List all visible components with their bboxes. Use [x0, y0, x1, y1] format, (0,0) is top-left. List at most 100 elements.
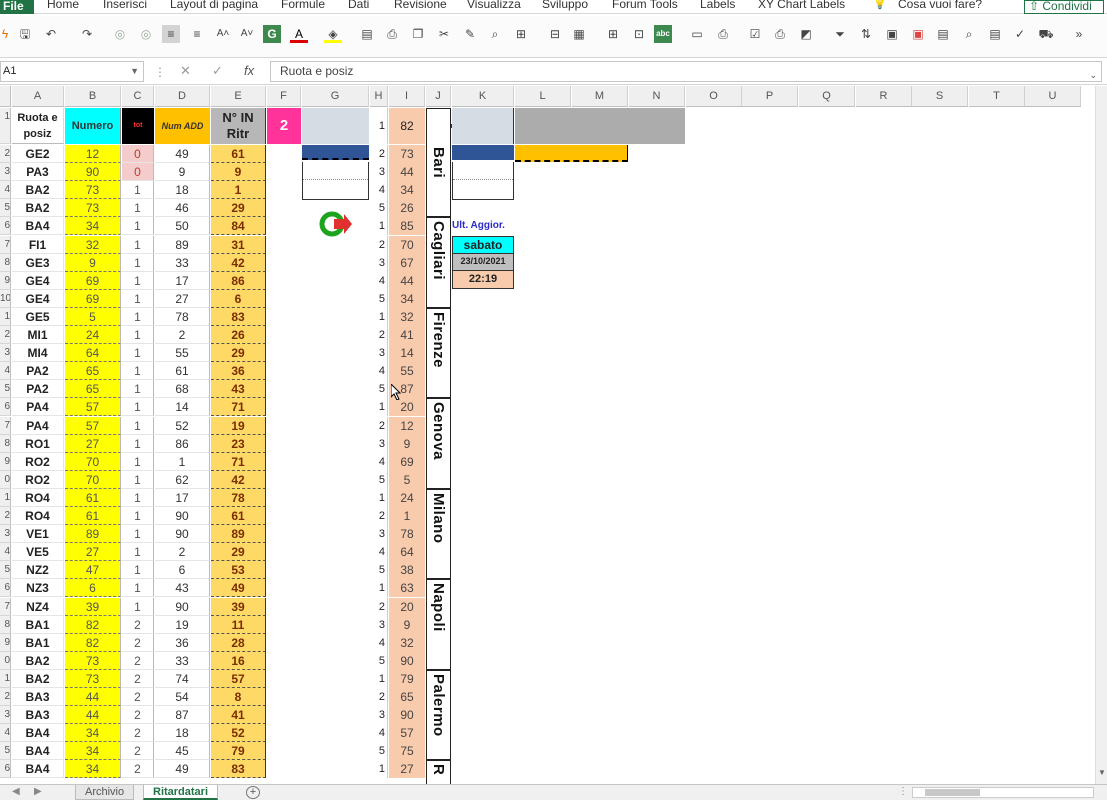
share-button[interactable]: ⇧ Condividi: [1024, 0, 1104, 14]
cell-e[interactable]: 19: [211, 416, 266, 435]
cell-i-number[interactable]: 34: [389, 181, 425, 200]
cell-a[interactable]: BA4: [12, 724, 64, 743]
cell-b[interactable]: 70: [65, 452, 121, 471]
row-header[interactable]: 1: [0, 307, 11, 326]
wheel-label-cagliari[interactable]: Cagliari: [426, 217, 451, 308]
row-header[interactable]: 3: [0, 163, 11, 182]
cell-a[interactable]: GE5: [12, 307, 64, 326]
cell-h-position[interactable]: 4: [370, 181, 388, 200]
spelling-icon[interactable]: abc: [654, 25, 672, 43]
cancel-icon[interactable]: ✕: [180, 63, 191, 79]
cell-e[interactable]: 42: [211, 470, 266, 489]
next-sheet-icon[interactable]: ▶: [34, 786, 42, 797]
cell-d[interactable]: 89: [155, 235, 210, 254]
cell-d[interactable]: 50: [155, 217, 210, 236]
cell-e[interactable]: 71: [211, 452, 266, 471]
cell-h-position[interactable]: 3: [370, 344, 388, 363]
cell-h-position[interactable]: 3: [370, 706, 388, 725]
cell-d[interactable]: 2: [155, 543, 210, 562]
tab-xy-chart-labels[interactable]: XY Chart Labels: [758, 0, 845, 11]
column-header[interactable]: A: [12, 86, 64, 107]
row-header[interactable]: 6: [0, 217, 11, 236]
header-num-add[interactable]: Num ADD: [155, 108, 210, 144]
cell-d[interactable]: 86: [155, 434, 210, 453]
cell-a[interactable]: NZ2: [12, 561, 64, 580]
cell-b[interactable]: 34: [65, 742, 121, 761]
cell-d[interactable]: 33: [155, 651, 210, 670]
cell-c[interactable]: 1: [122, 271, 154, 290]
cell-i-number[interactable]: 78: [389, 525, 425, 544]
cell-a[interactable]: RO4: [12, 507, 64, 526]
cell-i-number[interactable]: 64: [389, 543, 425, 562]
cell-a[interactable]: BA2: [12, 199, 64, 218]
row-header[interactable]: 0: [0, 651, 11, 670]
row-header[interactable]: 2: [0, 507, 11, 526]
header-ruota-e-posiz[interactable]: Ruota e posiz: [12, 108, 64, 144]
cell-h-position[interactable]: 3: [370, 615, 388, 634]
cell-b[interactable]: 57: [65, 416, 121, 435]
cell-d[interactable]: 90: [155, 507, 210, 526]
cell-i-number[interactable]: 5: [389, 470, 425, 489]
cell-b[interactable]: 44: [65, 688, 121, 707]
wheel-label-bari[interactable]: Bari: [426, 108, 451, 218]
cell-c[interactable]: 1: [122, 488, 154, 507]
cell-d[interactable]: 19: [155, 615, 210, 634]
row-header[interactable]: 5: [0, 561, 11, 580]
column-header[interactable]: G: [302, 86, 369, 107]
filter-icon[interactable]: ⏷: [831, 25, 849, 43]
cell-g-blue[interactable]: [302, 145, 369, 160]
insert-function-icon[interactable]: fx: [244, 63, 254, 78]
cell-e[interactable]: 83: [211, 307, 266, 326]
cell-i-number[interactable]: 69: [389, 452, 425, 471]
cell-a[interactable]: MI1: [12, 326, 64, 345]
row-header[interactable]: 9: [0, 271, 11, 290]
row-header[interactable]: 7: [0, 235, 11, 254]
tell-me-search[interactable]: Cosa vuoi fare?: [898, 0, 982, 11]
cell-h-position[interactable]: 1: [370, 217, 388, 236]
cell-i-number[interactable]: 90: [389, 651, 425, 670]
tab-dati[interactable]: Dati: [348, 0, 369, 11]
cell-e[interactable]: 39: [211, 597, 266, 616]
cell-h-position[interactable]: 1: [370, 488, 388, 507]
row-header[interactable]: 1: [0, 488, 11, 507]
cell-b[interactable]: 73: [65, 181, 121, 200]
cell-h-position[interactable]: 4: [370, 452, 388, 471]
cell-h-position[interactable]: 5: [370, 651, 388, 670]
cell-b[interactable]: 57: [65, 398, 121, 417]
cell-h-position[interactable]: 3: [370, 525, 388, 544]
shrink-font-icon[interactable]: A˅: [238, 25, 256, 43]
cell-d[interactable]: 27: [155, 289, 210, 308]
cell-b[interactable]: 34: [65, 760, 121, 779]
cell-c[interactable]: 2: [122, 633, 154, 652]
format-painter-icon[interactable]: ✎: [461, 25, 479, 43]
tab-visualizza[interactable]: Visualizza: [467, 0, 521, 11]
check-edit-icon[interactable]: ✓: [1011, 25, 1029, 43]
cell-i-number[interactable]: 20: [389, 398, 425, 417]
tab-sviluppo[interactable]: Sviluppo: [542, 0, 588, 11]
cell-d[interactable]: 43: [155, 579, 210, 598]
cell-f-value[interactable]: 2: [267, 108, 301, 144]
cell-a[interactable]: BA2: [12, 651, 64, 670]
cell-e[interactable]: 79: [211, 742, 266, 761]
page-icon[interactable]: ▤: [986, 25, 1004, 43]
cell-b[interactable]: 69: [65, 271, 121, 290]
cell-b[interactable]: 64: [65, 344, 121, 363]
cell-i-number[interactable]: 12: [389, 416, 425, 435]
column-header[interactable]: T: [969, 86, 1025, 107]
row-header[interactable]: 1: [0, 108, 11, 144]
chevron-down-icon[interactable]: ▼: [130, 62, 139, 81]
last-update-time[interactable]: 22:19: [452, 271, 514, 289]
cell-a[interactable]: GE3: [12, 253, 64, 272]
wheel-label-r[interactable]: R: [426, 760, 451, 784]
cut-icon[interactable]: ✂: [435, 25, 453, 43]
cell-e[interactable]: 78: [211, 488, 266, 507]
cell-i-number[interactable]: 20: [389, 597, 425, 616]
cell-h-position[interactable]: 1: [370, 307, 388, 326]
cell-d[interactable]: 9: [155, 163, 210, 182]
cell-b[interactable]: 61: [65, 488, 121, 507]
cell-d[interactable]: 87: [155, 706, 210, 725]
cell-a[interactable]: FI1: [12, 235, 64, 254]
column-header[interactable]: N: [629, 86, 685, 107]
cell-e[interactable]: 86: [211, 271, 266, 290]
tab-layout[interactable]: Layout di pagina: [170, 0, 258, 11]
